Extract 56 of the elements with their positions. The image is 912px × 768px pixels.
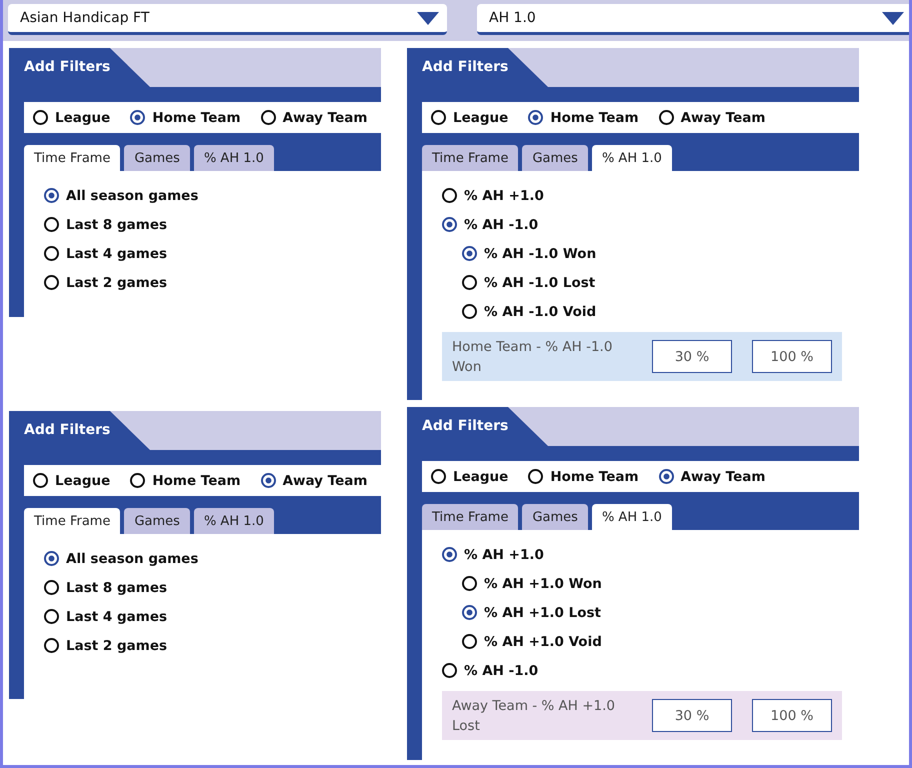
radio-option[interactable]: Home Team — [130, 472, 241, 488]
radio-option[interactable]: Last 4 games — [44, 602, 361, 631]
radio-option[interactable]: League — [431, 468, 508, 484]
radio-option[interactable]: % AH +1.0 Lost — [462, 598, 839, 627]
radio-option[interactable]: % AH -1.0 Lost — [462, 268, 839, 297]
min-field[interactable]: 30 % — [652, 340, 732, 373]
radio-option[interactable]: Last 4 games — [44, 239, 361, 268]
radio-option[interactable]: All season games — [44, 181, 361, 210]
panel-title: Add Filters — [407, 48, 548, 87]
radio-option[interactable]: % AH -1.0 Won — [462, 239, 839, 268]
radio-option[interactable]: % AH +1.0 Void — [462, 627, 839, 656]
radio-option[interactable]: Last 2 games — [44, 268, 361, 297]
tab[interactable]: Time Frame — [24, 508, 120, 534]
radio-option[interactable]: % AH +1.0 Won — [462, 569, 839, 598]
panel-title: Add Filters — [9, 411, 150, 450]
radio-option[interactable]: Away Team — [658, 110, 766, 126]
radio-option[interactable]: Home Team — [528, 110, 639, 126]
tab[interactable]: Games — [124, 508, 190, 534]
tab[interactable]: % AH 1.0 — [194, 145, 274, 171]
panel-title: Add Filters — [407, 407, 548, 446]
radio-option[interactable]: % AH -1.0 Void — [462, 297, 839, 326]
radio-option[interactable]: Away Team — [260, 110, 368, 126]
dropdown[interactable]: AH 1.0 — [477, 4, 909, 35]
tab[interactable]: Games — [522, 504, 588, 530]
filter-label: Away Team - % AH +1.0 Lost — [452, 696, 616, 736]
radio-option[interactable]: Away Team — [658, 468, 766, 484]
tab[interactable]: Games — [522, 145, 588, 171]
panel-title: Add Filters — [9, 48, 150, 87]
radio-option[interactable]: Last 2 games — [44, 631, 361, 660]
radio-option[interactable]: League — [33, 472, 110, 488]
filter-label: Home Team - % AH -1.0 Won — [452, 338, 614, 376]
min-field[interactable]: 30 % — [652, 699, 732, 732]
tab[interactable]: Time Frame — [422, 504, 518, 530]
tab[interactable]: Time Frame — [422, 145, 518, 171]
radio-option[interactable]: % AH +1.0 — [442, 181, 839, 210]
radio-option[interactable]: Home Team — [528, 468, 639, 484]
radio-option[interactable]: % AH -1.0 — [442, 210, 839, 239]
caret-icon — [882, 12, 904, 24]
tab[interactable]: % AH 1.0 — [194, 508, 274, 534]
radio-option[interactable]: Last 8 games — [44, 573, 361, 602]
caret-icon — [417, 12, 439, 24]
radio-option[interactable]: League — [33, 110, 110, 126]
tab[interactable]: Games — [124, 145, 190, 171]
tab[interactable]: % AH 1.0 — [592, 145, 672, 171]
max-field[interactable]: 100 % — [752, 340, 832, 373]
tab[interactable]: % AH 1.0 — [592, 504, 672, 530]
tab[interactable]: Time Frame — [24, 145, 120, 171]
radio-option[interactable]: Away Team — [260, 472, 368, 488]
max-field[interactable]: 100 % — [752, 699, 832, 732]
radio-option[interactable]: Home Team — [130, 110, 241, 126]
dropdown[interactable]: Asian Handicap FT — [8, 4, 447, 35]
radio-option[interactable]: % AH +1.0 — [442, 540, 839, 569]
radio-option[interactable]: All season games — [44, 544, 361, 573]
radio-option[interactable]: % AH -1.0 — [442, 656, 839, 685]
radio-option[interactable]: League — [431, 110, 508, 126]
radio-option[interactable]: Last 8 games — [44, 210, 361, 239]
